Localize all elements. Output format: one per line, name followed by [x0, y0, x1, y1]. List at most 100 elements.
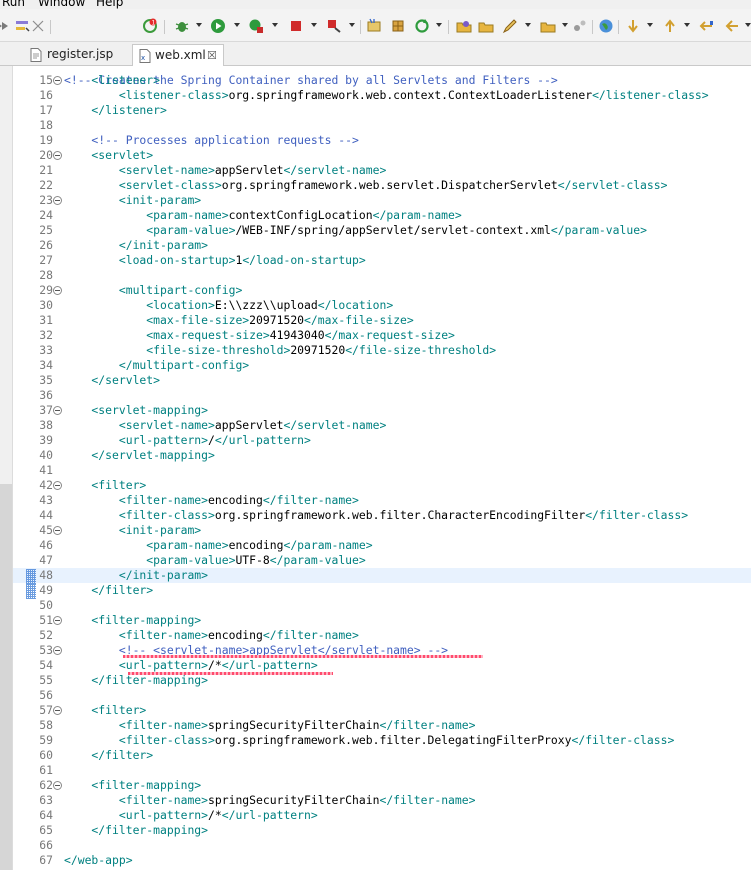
code-line[interactable]: 58 <filter-name>springSecurityFilterChai…: [13, 718, 751, 733]
mark-occurrences-icon[interactable]: [14, 18, 30, 34]
code-line[interactable]: 48 </init-param>: [13, 568, 751, 583]
code-line[interactable]: 51 <filter-mapping>: [13, 613, 751, 628]
fold-toggle-icon[interactable]: [53, 196, 62, 205]
fold-toggle-icon[interactable]: [53, 151, 62, 160]
code-line[interactable]: 17 </listener>: [13, 103, 751, 118]
toggle-icon[interactable]: [30, 18, 46, 34]
code-line[interactable]: 47 <param-value>UTF-8</param-value>: [13, 553, 751, 568]
code-line[interactable]: 28: [13, 268, 751, 283]
code-line[interactable]: 45 <init-param>: [13, 523, 751, 538]
code-line[interactable]: 41: [13, 463, 751, 478]
code-line[interactable]: 65 </filter-mapping>: [13, 823, 751, 838]
code-line[interactable]: 60 </filter>: [13, 748, 751, 763]
code-line[interactable]: 19 <!-- Processes application requests -…: [13, 133, 751, 148]
menu-bar: Run Window Help: [0, 0, 751, 9]
code-line[interactable]: 40 </servlet-mapping>: [13, 448, 751, 463]
code-line[interactable]: 55 </filter-mapping>: [13, 673, 751, 688]
previous-annotation-icon[interactable]: [662, 18, 678, 34]
tab-web-xml[interactable]: x web.xml ☒: [132, 44, 224, 67]
code-line[interactable]: 15 <listener>: [13, 73, 751, 88]
code-text: <listener-class>org.springframework.web.…: [64, 88, 709, 103]
line-number: 17: [39, 103, 53, 117]
stop-icon[interactable]: [288, 18, 304, 34]
code-line[interactable]: 18: [13, 118, 751, 133]
tab-register-jsp[interactable]: register.jsp: [20, 44, 132, 66]
back-icon[interactable]: [724, 18, 740, 34]
code-line[interactable]: 56: [13, 688, 751, 703]
errors-icon[interactable]: 1: [142, 18, 158, 34]
next-annotation-icon[interactable]: [625, 18, 641, 34]
code-line[interactable]: 37 <servlet-mapping>: [13, 403, 751, 418]
fold-toggle-icon[interactable]: [53, 481, 62, 490]
new-server-icon[interactable]: [366, 18, 382, 34]
globe-icon[interactable]: [598, 18, 614, 34]
code-text: <param-value>UTF-8</param-value>: [64, 553, 365, 568]
code-line[interactable]: 42 <filter>: [13, 478, 751, 493]
code-line[interactable]: 23 <init-param>: [13, 193, 751, 208]
code-line[interactable]: 64 <url-pattern>/*</url-pattern>: [13, 808, 751, 823]
code-line[interactable]: 49 </filter>: [13, 583, 751, 598]
external-tools-icon[interactable]: [326, 18, 342, 34]
fold-toggle-icon[interactable]: [53, 616, 62, 625]
code-line[interactable]: 50: [13, 598, 751, 613]
toggle-block-icon[interactable]: [572, 18, 588, 34]
menu-window[interactable]: Window: [38, 0, 96, 9]
refresh-icon[interactable]: [414, 18, 430, 34]
code-line[interactable]: 31 <max-file-size>20971520</max-file-siz…: [13, 313, 751, 328]
code-line[interactable]: 22 <servlet-class>org.springframework.we…: [13, 178, 751, 193]
code-line[interactable]: 38 <servlet-name>appServlet</servlet-nam…: [13, 418, 751, 433]
fold-toggle-icon[interactable]: [53, 406, 62, 415]
fold-toggle-icon[interactable]: [53, 286, 62, 295]
close-icon[interactable]: ☒: [207, 45, 217, 66]
code-line[interactable]: 61: [13, 763, 751, 778]
code-line[interactable]: 39 <url-pattern>/</url-pattern>: [13, 433, 751, 448]
code-line[interactable]: 20 <servlet>: [13, 148, 751, 163]
last-edit-icon[interactable]: [698, 18, 714, 34]
edit-icon[interactable]: [502, 18, 518, 34]
svg-text:x: x: [141, 54, 145, 62]
code-line[interactable]: 33 <file-size-threshold>20971520</file-s…: [13, 343, 751, 358]
code-line[interactable]: 52 <filter-name>encoding</filter-name>: [13, 628, 751, 643]
code-line[interactable]: 54 <url-pattern>/*</url-pattern>: [13, 658, 751, 673]
run-icon[interactable]: [210, 18, 226, 34]
code-line[interactable]: 62 <filter-mapping>: [13, 778, 751, 793]
fold-toggle-icon[interactable]: [53, 781, 62, 790]
fold-toggle-icon[interactable]: [53, 706, 62, 715]
code-line[interactable]: 26 </init-param>: [13, 238, 751, 253]
code-line[interactable]: 29 <multipart-config>: [13, 283, 751, 298]
code-text: </filter-mapping>: [64, 673, 208, 688]
code-line[interactable]: 16 <listener-class>org.springframework.w…: [13, 88, 751, 103]
package-icon[interactable]: [390, 18, 406, 34]
code-line[interactable]: 46 <param-name>encoding</param-name>: [13, 538, 751, 553]
code-line[interactable]: 66: [13, 838, 751, 853]
code-line[interactable]: 44 <filter-class>org.springframework.web…: [13, 508, 751, 523]
debug-icon[interactable]: [174, 18, 190, 34]
code-line[interactable]: 63 <filter-name>springSecurityFilterChai…: [13, 793, 751, 808]
fold-toggle-icon[interactable]: [53, 646, 62, 655]
code-line[interactable]: 30 <location>E:\\zzz\\upload</location>: [13, 298, 751, 313]
open-task-icon[interactable]: [540, 18, 556, 34]
open-folder-icon[interactable]: [478, 18, 494, 34]
code-line[interactable]: 24 <param-name>contextConfigLocation</pa…: [13, 208, 751, 223]
code-line[interactable]: 67 </web-app>: [13, 853, 751, 868]
code-line[interactable]: 34 </multipart-config>: [13, 358, 751, 373]
code-line[interactable]: 59 <filter-class>org.springframework.web…: [13, 733, 751, 748]
code-line[interactable]: 36: [13, 388, 751, 403]
menu-help[interactable]: Help: [96, 0, 123, 9]
fold-toggle-icon[interactable]: [53, 76, 62, 85]
code-line[interactable]: 35 </servlet>: [13, 373, 751, 388]
fold-toggle-icon[interactable]: [53, 526, 62, 535]
code-line[interactable]: 21 <servlet-name>appServlet</servlet-nam…: [13, 163, 751, 178]
xml-editor[interactable]: <!-- Creates the Spring Container shared…: [13, 66, 751, 870]
skip-icon[interactable]: [0, 18, 10, 34]
code-line[interactable]: 43 <filter-name>encoding</filter-name>: [13, 493, 751, 508]
left-panel-scrollbar[interactable]: [0, 484, 12, 870]
coverage-icon[interactable]: [248, 18, 264, 34]
code-line[interactable]: 57 <filter>: [13, 703, 751, 718]
code-line[interactable]: 25 <param-value>/WEB-INF/spring/appServl…: [13, 223, 751, 238]
code-line[interactable]: 32 <max-request-size>41943040</max-reque…: [13, 328, 751, 343]
line-number: 37: [39, 403, 53, 417]
menu-run[interactable]: Run: [2, 0, 38, 9]
code-line[interactable]: 27 <load-on-startup>1</load-on-startup>: [13, 253, 751, 268]
open-type-icon[interactable]: [456, 18, 472, 34]
